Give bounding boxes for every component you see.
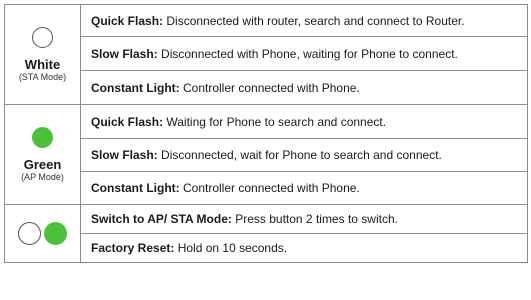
white-slow-flash-row: Slow Flash: Disconnected with Phone, wai… <box>5 36 528 71</box>
row-label: Factory Reset: <box>91 241 175 255</box>
green-mode-cell: Green (AP Mode) <box>4 104 81 205</box>
green-slow-flash-desc: Slow Flash: Disconnected, wait for Phone… <box>80 138 528 172</box>
white-mode-block: White (STA Mode) <box>5 26 80 83</box>
white-slow-flash-desc: Slow Flash: Disconnected with Phone, wai… <box>80 36 528 71</box>
row-text: Press button 2 times to switch. <box>231 212 398 226</box>
row-label: Quick Flash: <box>91 114 164 129</box>
row-text: Disconnected, wait for Phone to search a… <box>157 148 442 162</box>
green-constant-light-desc: Constant Light: Controller connected wit… <box>80 171 528 205</box>
white-mode-sub: (STA Mode) <box>18 71 67 82</box>
row-label: Slow Flash: <box>91 148 158 162</box>
row-text: Waiting for Phone to search and connect. <box>163 114 387 129</box>
green-quick-flash-desc: Quick Flash: Waiting for Phone to search… <box>80 104 528 139</box>
factory-reset-row: Factory Reset: Hold on 10 seconds. <box>5 233 528 263</box>
green-constant-light-row: Constant Light: Controller connected wit… <box>5 171 528 205</box>
led-pair <box>5 222 80 245</box>
white-mode-cell: White (STA Mode) <box>4 4 81 105</box>
white-constant-light-desc: Constant Light: Controller connected wit… <box>80 70 528 105</box>
switch-mode-desc: Switch to AP/ STA Mode: Press button 2 t… <box>80 204 528 234</box>
row-label: Constant Light: <box>91 80 180 95</box>
switch-mode-row: Switch to AP/ STA Mode: Press button 2 t… <box>4 204 528 263</box>
row-text: Disconnected with Phone, waiting for Pho… <box>157 46 458 61</box>
row-text: Controller connected with Phone. <box>179 80 360 95</box>
white-led-icon <box>18 222 41 245</box>
green-mode-name: Green <box>23 156 62 172</box>
row-text: Disconnected with router, search and con… <box>163 13 465 28</box>
white-quick-flash-row: White (STA Mode) Quick Flash: Disconnect… <box>4 4 528 105</box>
row-label: Constant Light: <box>91 181 180 195</box>
row-text: Hold on 10 seconds. <box>174 241 288 255</box>
white-quick-flash-desc: Quick Flash: Disconnected with router, s… <box>80 4 528 37</box>
white-constant-light-row: Constant Light: Controller connected wit… <box>5 70 528 105</box>
row-label: Slow Flash: <box>91 46 158 61</box>
row-text: Controller connected with Phone. <box>179 181 360 195</box>
green-mode-block: Green (AP Mode) <box>5 126 80 183</box>
row-label: Switch to AP/ STA Mode: <box>91 212 232 226</box>
led-indicator-table: White (STA Mode) Quick Flash: Disconnect… <box>4 4 528 263</box>
button-led-cell <box>4 204 81 263</box>
green-led-icon <box>32 126 53 148</box>
white-mode-name: White <box>24 56 61 72</box>
green-led-icon <box>44 222 67 245</box>
green-slow-flash-row: Slow Flash: Disconnected, wait for Phone… <box>5 138 528 172</box>
green-quick-flash-row: Green (AP Mode) Quick Flash: Waiting for… <box>4 104 528 205</box>
row-label: Quick Flash: <box>91 13 164 28</box>
white-led-icon <box>32 26 53 48</box>
factory-reset-desc: Factory Reset: Hold on 10 seconds. <box>80 233 528 263</box>
green-mode-sub: (AP Mode) <box>21 171 64 182</box>
